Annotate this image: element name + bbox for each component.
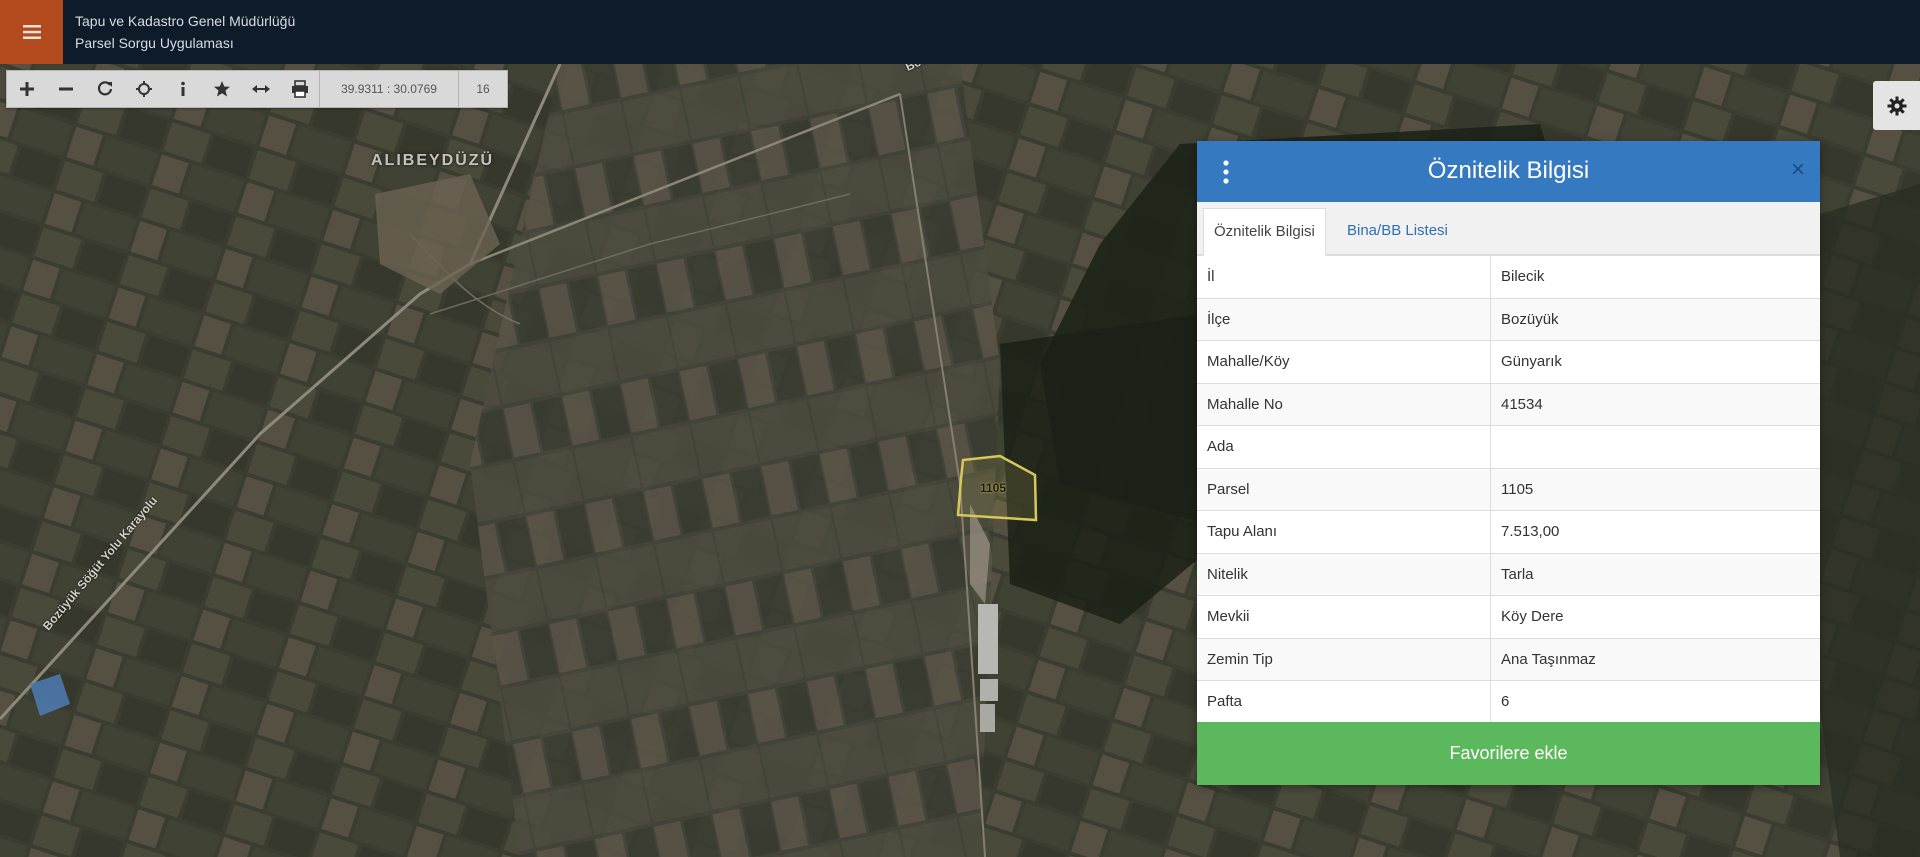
org-name: Tapu ve Kadastro Genel Müdürlüğü <box>75 13 296 29</box>
attribute-value: Tarla <box>1490 552 1820 596</box>
attribute-value: Ana Taşınmaz <box>1490 637 1820 681</box>
table-row: Pafta 6 <box>1197 680 1820 723</box>
print-button[interactable] <box>280 71 319 107</box>
hamburger-icon <box>22 25 41 39</box>
attribute-value: 6 <box>1490 680 1820 723</box>
attribute-value <box>1490 425 1820 468</box>
attribute-table: İl Bilecik İlçe Bozüyük Mahalle/Köy Günyarık M… <box>1197 255 1820 723</box>
app-header: Tapu ve Kadastro Genel Müdürlüğü Parsel … <box>0 0 1920 64</box>
attribute-key: Pafta <box>1197 680 1491 723</box>
zoom-out-button[interactable] <box>46 71 85 107</box>
table-row: İlçe Bozüyük <box>1197 297 1820 341</box>
info-icon <box>180 81 185 96</box>
favorites-button[interactable] <box>202 71 241 107</box>
table-row: İl Bilecik <box>1197 255 1820 298</box>
attribute-key: Mahalle/Köy <box>1197 340 1491 383</box>
gear-icon <box>1887 96 1906 115</box>
app-title: Tapu ve Kadastro Genel Müdürlüğü Parsel … <box>75 10 295 54</box>
zoom-in-button[interactable] <box>7 71 46 107</box>
locate-button[interactable] <box>124 71 163 107</box>
panel-header: Öznitelik Bilgisi × <box>1197 141 1820 202</box>
table-row: Ada <box>1197 425 1820 468</box>
measure-button[interactable] <box>241 71 280 107</box>
attribute-value: 41534 <box>1490 382 1820 426</box>
table-row: Mahalle No 41534 <box>1197 382 1820 426</box>
attribute-key: Parsel <box>1197 467 1491 511</box>
attribute-key: Ada <box>1197 425 1491 468</box>
attribute-key: Tapu Alanı <box>1197 510 1491 553</box>
map-toolbar: 39.9311 : 30.0769 16 <box>6 70 508 108</box>
attribute-value: Bilecik <box>1490 255 1820 298</box>
attribute-key: Mevkii <box>1197 595 1491 638</box>
zoom-out-icon <box>58 87 73 91</box>
table-row: Zemin Tip Ana Taşınmaz <box>1197 637 1820 681</box>
attribute-value: 1105 <box>1490 467 1820 511</box>
close-button[interactable]: × <box>1791 158 1805 182</box>
attribute-value: Günyarık <box>1490 340 1820 383</box>
attribute-key: İl <box>1197 255 1491 298</box>
table-row: Mahalle/Köy Günyarık <box>1197 340 1820 383</box>
attribute-key: İlçe <box>1197 297 1491 341</box>
refresh-button[interactable] <box>85 71 124 107</box>
zoom-level: 16 <box>458 71 507 107</box>
attribute-value: Köy Dere <box>1490 595 1820 638</box>
favorites-icon <box>213 81 230 97</box>
attribute-value: Bozüyük <box>1490 297 1820 341</box>
tab-attribute-info[interactable]: Öznitelik Bilgisi <box>1203 208 1326 256</box>
zoom-in-icon <box>19 82 34 96</box>
attribute-panel: Öznitelik Bilgisi × Öznitelik Bilgisi Bi… <box>1197 141 1820 785</box>
attribute-key: Nitelik <box>1197 552 1491 596</box>
table-row: Nitelik Tarla <box>1197 552 1820 596</box>
coordinate-readout: 39.9311 : 30.0769 <box>319 71 458 107</box>
table-row: Mevkii Köy Dere <box>1197 595 1820 638</box>
refresh-icon <box>97 81 112 96</box>
parcel-label: 1105 <box>980 481 1007 495</box>
panel-tabs: Öznitelik Bilgisi Bina/BB Listesi <box>1197 202 1820 256</box>
table-row: Parsel 1105 <box>1197 467 1820 511</box>
settings-button[interactable] <box>1873 81 1920 130</box>
attribute-key: Mahalle No <box>1197 382 1491 426</box>
info-button[interactable] <box>163 71 202 107</box>
attribute-key: Zemin Tip <box>1197 637 1491 681</box>
print-icon <box>291 80 308 98</box>
app-name: Parsel Sorgu Uygulaması <box>75 35 234 51</box>
place-label: ALIBEYDÜZÜ <box>371 152 495 169</box>
measure-icon <box>251 85 270 93</box>
panel-title: Öznitelik Bilgisi <box>1427 157 1590 184</box>
locate-icon <box>135 81 152 97</box>
table-row: Tapu Alanı 7.513,00 <box>1197 510 1820 553</box>
menu-button[interactable] <box>0 0 63 64</box>
add-favorite-button[interactable]: Favorilere ekle <box>1197 722 1820 785</box>
attribute-value: 7.513,00 <box>1490 510 1820 553</box>
tab-building-list[interactable]: Bina/BB Listesi <box>1337 208 1458 254</box>
